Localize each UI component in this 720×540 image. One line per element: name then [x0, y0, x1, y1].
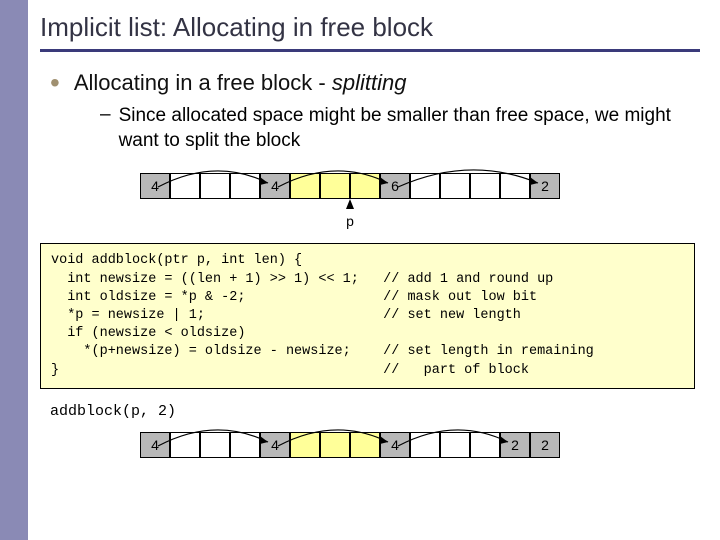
pointer-p-label: p	[335, 213, 365, 229]
code-line: if (newsize < oldsize)	[51, 326, 245, 341]
title-underline	[40, 49, 700, 52]
slide-title: Implicit list: Allocating in free block	[40, 12, 700, 43]
dash-icon: –	[100, 104, 111, 153]
bullet-main-text: Allocating in a free block - splitting	[74, 70, 407, 96]
pointer-arrow-icon	[346, 199, 354, 209]
bullet-sub: – Since allocated space might be smaller…	[100, 104, 700, 153]
code-line: int oldsize = *p & -2; // mask out low b…	[51, 290, 537, 305]
diagram-before: 4 4 6 2 p	[140, 173, 560, 229]
arc-arrows	[140, 159, 560, 189]
bullet-dot-icon: •	[50, 70, 60, 95]
code-line: int newsize = ((len + 1) >> 1) << 1; // …	[51, 272, 553, 287]
bullet-main: • Allocating in a free block - splitting	[50, 70, 700, 96]
bullet-main-pre: Allocating in a free block -	[74, 70, 332, 95]
arc-arrows-after	[140, 418, 560, 448]
code-line: } // part of block	[51, 363, 529, 378]
slide-content: Implicit list: Allocating in free block …	[40, 12, 700, 458]
code-line: void addblock(ptr p, int len) {	[51, 253, 302, 268]
code-line: *(p+newsize) = oldsize - newsize; // set…	[51, 344, 594, 359]
bullet-sub-text: Since allocated space might be smaller t…	[119, 104, 679, 153]
diagram-after: 4 4 4 2 2	[140, 432, 560, 458]
bullet-main-em: splitting	[332, 70, 407, 95]
slide-sidebar	[0, 0, 28, 540]
code-block: void addblock(ptr p, int len) { int news…	[40, 243, 695, 389]
code-line: *p = newsize | 1; // set new length	[51, 308, 521, 323]
